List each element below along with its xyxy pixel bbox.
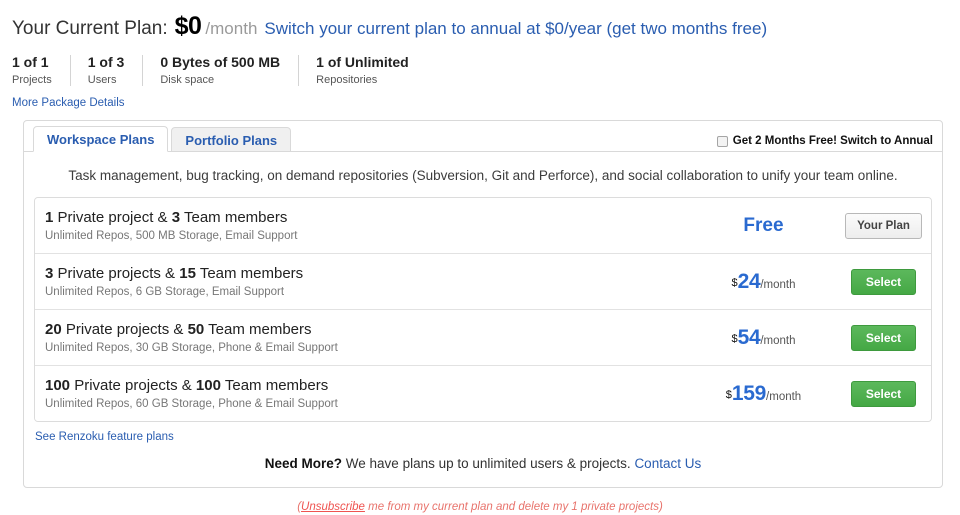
tab-label: Portfolio Plans: [185, 133, 278, 148]
plan-info: 3 Private projects & 15 Team members Unl…: [35, 264, 691, 300]
plan-price-period: /month: [766, 390, 802, 403]
stat-value: 1 of 1: [12, 54, 49, 70]
plan-action: Select: [836, 268, 931, 295]
plan-members-text: Team members: [220, 376, 329, 394]
more-package-details-link[interactable]: More Package Details: [12, 97, 125, 109]
plan-price-period: /month: [760, 278, 796, 291]
plan-members-text: Team members: [204, 320, 312, 338]
stat-label: Users: [87, 74, 117, 86]
plan-projects-text: Private projects &: [61, 320, 188, 338]
plan-members-count: 3: [171, 208, 181, 226]
plan-features: Unlimited Repos, 60 GB Storage, Phone & …: [45, 397, 338, 410]
your-plan-button[interactable]: Your Plan: [845, 212, 922, 239]
stat-repositories: 1 of Unlimited Repositories: [298, 54, 427, 88]
plan-members-count: 50: [187, 320, 205, 338]
plan-projects-text: Private projects &: [70, 376, 196, 394]
plan-price: $159/month: [691, 382, 836, 406]
plan-price-amount: 159: [731, 381, 767, 405]
need-more-text: We have plans up to unlimited users & pr…: [342, 456, 635, 471]
plan-price-period: /month: [760, 334, 796, 347]
plan-name: 3 Private projects & 15 Team members: [45, 264, 691, 283]
plan-name: 1 Private project & 3 Team members: [45, 208, 691, 227]
plan-price-free: Free: [743, 214, 784, 236]
plan-price-amount: 24: [737, 269, 761, 293]
select-plan-button[interactable]: Select: [850, 380, 917, 407]
plan-info: 100 Private projects & 100 Team members …: [35, 376, 691, 412]
plan-price-amount: 54: [737, 325, 761, 349]
current-plan-header: Your Current Plan: $0 /month Switch your…: [0, 0, 960, 41]
select-plan-button[interactable]: Select: [850, 324, 917, 351]
select-plan-button[interactable]: Select: [850, 268, 917, 295]
plan-name: 100 Private projects & 100 Team members: [45, 376, 691, 395]
stat-value: 0 Bytes of 500 MB: [160, 54, 281, 70]
annual-switch-label: Get 2 Months Free! Switch to Annual: [732, 135, 933, 147]
plan-members-text: Team members: [180, 208, 288, 226]
tab-portfolio-plans[interactable]: Portfolio Plans: [171, 127, 292, 152]
plan-action: Select: [836, 380, 931, 407]
plan-features: Unlimited Repos, 500 MB Storage, Email S…: [45, 229, 298, 242]
feature-plans-link[interactable]: See Renzoku feature plans: [35, 431, 174, 443]
stat-users: 1 of 3 Users: [69, 54, 143, 88]
unsubscribe-link[interactable]: Unsubscribe: [301, 501, 365, 513]
stat-label: Disk space: [160, 74, 215, 86]
plan-members-count: 15: [179, 264, 196, 282]
tab-label: Workspace Plans: [47, 132, 155, 147]
plan-projects-count: 100: [45, 376, 71, 394]
plan-features: Unlimited Repos, 30 GB Storage, Phone & …: [45, 341, 338, 354]
stat-value: 1 of Unlimited: [316, 54, 409, 70]
contact-us-link[interactable]: Contact Us: [634, 456, 701, 471]
current-price: $0: [174, 12, 202, 40]
need-more-title: Need More?: [264, 456, 343, 471]
page-title: Your Current Plan:: [12, 18, 168, 39]
stat-value: 1 of 3: [87, 54, 125, 70]
unsubscribe-row: (Unsubscribe me from my current plan and…: [0, 501, 960, 513]
unsubscribe-text: me from my current plan and delete my 1 …: [364, 501, 663, 513]
table-row[interactable]: 20 Private projects & 50 Team members Un…: [35, 309, 931, 365]
plans-tabbar: Workspace Plans Portfolio Plans Get 2 Mo…: [24, 121, 942, 152]
tab-workspace-plans[interactable]: Workspace Plans: [33, 126, 169, 152]
current-price-period: /month: [205, 19, 258, 38]
stat-projects: 1 of 1 Projects: [12, 54, 70, 88]
plan-price: $24/month: [691, 270, 836, 294]
plan-price: $54/month: [691, 326, 836, 350]
plan-action: Your Plan: [836, 212, 931, 239]
annual-switch-checkbox-row[interactable]: Get 2 Months Free! Switch to Annual: [716, 135, 933, 152]
plans-table: 1 Private project & 3 Team members Unlim…: [34, 197, 932, 422]
usage-stats: 1 of 1 Projects 1 of 3 Users 0 Bytes of …: [12, 54, 960, 88]
stat-disk-space: 0 Bytes of 500 MB Disk space: [142, 54, 298, 88]
plan-action: Select: [836, 324, 931, 351]
plans-panel: Workspace Plans Portfolio Plans Get 2 Mo…: [23, 120, 943, 488]
plan-name: 20 Private projects & 50 Team members: [45, 320, 691, 339]
plan-projects-count: 20: [45, 320, 62, 338]
table-row[interactable]: 1 Private project & 3 Team members Unlim…: [35, 198, 931, 253]
plan-price: Free: [691, 215, 836, 237]
switch-to-annual-link[interactable]: Switch your current plan to annual at $0…: [264, 19, 767, 39]
table-row[interactable]: 3 Private projects & 15 Team members Unl…: [35, 253, 931, 309]
plan-projects-text: Private projects &: [53, 264, 180, 282]
plan-members-text: Team members: [195, 264, 304, 282]
plan-info: 20 Private projects & 50 Team members Un…: [35, 320, 691, 356]
plan-info: 1 Private project & 3 Team members Unlim…: [35, 208, 691, 244]
stat-label: Repositories: [316, 74, 378, 86]
annual-switch-checkbox[interactable]: [716, 135, 728, 147]
plan-members-count: 100: [195, 376, 221, 394]
plan-features: Unlimited Repos, 6 GB Storage, Email Sup…: [45, 285, 285, 298]
stat-label: Projects: [12, 74, 52, 86]
plan-projects-text: Private project &: [53, 208, 172, 226]
table-row[interactable]: 100 Private projects & 100 Team members …: [35, 365, 931, 421]
need-more-row: Need More? We have plans up to unlimited…: [24, 445, 942, 487]
plans-description: Task management, bug tracking, on demand…: [68, 168, 898, 183]
